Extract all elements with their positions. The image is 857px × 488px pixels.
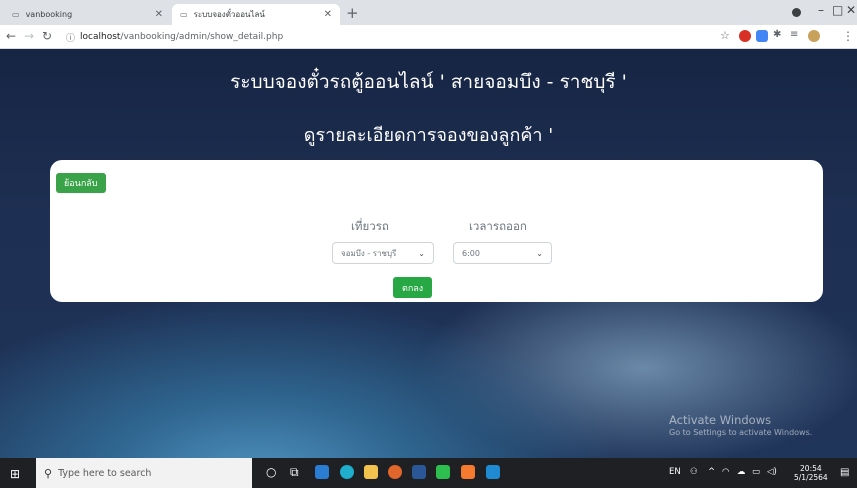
volume-icon[interactable]: ◁) <box>767 467 777 477</box>
page-favicon-icon: ▭ <box>12 10 20 19</box>
browser-toolbar: ← → ↻ ⓘ localhost/vanbooking/admin/show_… <box>0 25 857 49</box>
wifi-icon[interactable]: ◠ <box>722 467 729 477</box>
close-window-icon[interactable]: ✕ <box>846 3 856 17</box>
opera-extension-icon[interactable] <box>739 30 751 42</box>
chrome-browser-icon[interactable] <box>388 465 402 479</box>
tray-chevron-icon[interactable]: ^ <box>708 467 715 477</box>
back-button[interactable]: ย้อนกลับ <box>56 173 106 193</box>
extension-icon[interactable] <box>756 30 768 42</box>
departure-time-select[interactable]: 6:00 ⌄ <box>453 242 552 264</box>
xampp-icon[interactable] <box>461 465 475 479</box>
battery-icon[interactable]: ▭ <box>752 467 760 477</box>
edge-browser-icon[interactable] <box>340 465 354 479</box>
minimize-icon[interactable]: – <box>818 3 824 17</box>
taskbar-search-box[interactable]: ⚲ Type here to search <box>36 458 252 488</box>
close-tab-icon[interactable]: ✕ <box>324 9 332 20</box>
submit-button[interactable]: ตกลง <box>393 277 433 298</box>
windows-start-icon[interactable]: ⊞ <box>10 467 20 481</box>
cortana-icon[interactable]: ○ <box>266 465 276 479</box>
onedrive-icon[interactable]: ☁ <box>737 467 746 477</box>
browser-tab-vanbooking[interactable]: ▭ vanbooking ✕ <box>4 4 171 25</box>
route-label: เที่ยวรถ <box>351 219 389 233</box>
address-path: /vanbooking/admin/show_detail.php <box>120 32 284 42</box>
time-select-value: 6:00 <box>462 248 480 258</box>
page-viewport: ระบบจองตั๋วรถตู้ออนไลน์ ' สายจอมบึง - รา… <box>0 49 857 458</box>
forward-arrow-icon[interactable]: → <box>24 29 34 43</box>
browser-tabstrip: ▭ vanbooking ✕ ▭ ระบบจองตั๋วออนไลน์ ✕ + … <box>0 0 857 25</box>
notifications-icon[interactable]: ▤ <box>840 467 849 478</box>
reading-list-icon[interactable]: ≡ <box>790 29 798 40</box>
watermark-title: Activate Windows <box>669 413 772 427</box>
clock-time: 20:54 <box>800 464 822 473</box>
search-card: ย้อนกลับ เที่ยวรถ เวลารถออก จอมบึง - ราช… <box>50 160 823 302</box>
search-placeholder: Type here to search <box>58 467 152 479</box>
teams-chat-icon[interactable] <box>315 465 329 479</box>
address-host: localhost <box>80 32 121 42</box>
tab-title: ระบบจองตั๋วออนไลน์ <box>193 10 265 19</box>
address-bar[interactable]: ⓘ localhost/vanbooking/admin/show_detail… <box>66 28 726 46</box>
file-explorer-icon[interactable] <box>364 465 378 479</box>
page-favicon-icon: ▭ <box>180 10 188 19</box>
language-indicator[interactable]: EN <box>669 467 681 477</box>
page-subtitle: ดูรายละเอียดการจองของลูกค้า ' <box>303 125 554 146</box>
page-title: ระบบจองตั๋วรถตู้ออนไลน์ ' สายจอมบึง - รา… <box>230 71 627 93</box>
system-clock[interactable]: 20:54 5/1/2564 <box>794 464 828 482</box>
reload-icon[interactable]: ↻ <box>42 29 52 43</box>
profile-avatar-icon[interactable] <box>808 30 820 42</box>
bookmark-star-icon[interactable]: ☆ <box>720 29 730 42</box>
route-select[interactable]: จอมบึง - ราชบุรี ⌄ <box>332 242 434 264</box>
browser-tab-booking[interactable]: ▭ ระบบจองตั๋วออนไลน์ ✕ <box>172 4 340 25</box>
tab-title: vanbooking <box>25 10 73 19</box>
back-arrow-icon[interactable]: ← <box>6 29 16 43</box>
menu-dots-icon[interactable]: ⋮ <box>842 29 854 43</box>
task-view-icon[interactable]: ⧉ <box>290 465 299 480</box>
departure-time-label: เวลารถออก <box>469 219 527 233</box>
extensions-puzzle-icon[interactable]: ✱ <box>773 29 781 40</box>
taskbar: ⊞ ⚲ Type here to search ○ ⧉ EN ⚇ ^ ◠ ☁ ▭… <box>0 458 857 488</box>
search-icon: ⚲ <box>44 466 53 480</box>
vscode-icon[interactable] <box>486 465 500 479</box>
close-tab-icon[interactable]: ✕ <box>155 9 163 20</box>
chevron-down-icon: ⌄ <box>418 248 425 258</box>
route-select-value: จอมบึง - ราชบุรี <box>341 248 397 258</box>
maximize-icon[interactable]: □ <box>832 3 843 17</box>
clock-date: 5/1/2564 <box>794 473 828 482</box>
word-icon[interactable] <box>412 465 426 479</box>
chevron-down-icon: ⌄ <box>536 248 543 258</box>
people-icon[interactable]: ⚇ <box>690 467 698 477</box>
watermark-subtitle: Go to Settings to activate Windows. <box>669 428 813 437</box>
new-tab-button[interactable]: + <box>346 4 359 22</box>
line-icon[interactable] <box>436 465 450 479</box>
profile-icon[interactable] <box>792 8 801 17</box>
activate-windows-watermark: Activate Windows Go to Settings to activ… <box>669 413 812 437</box>
site-info-icon[interactable]: ⓘ <box>66 31 75 44</box>
